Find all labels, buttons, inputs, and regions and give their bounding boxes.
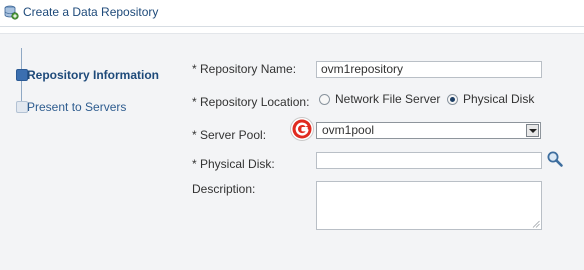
network-file-server-label: Network File Server <box>335 92 441 106</box>
server-pool-value: ovm1pool <box>322 123 375 137</box>
server-pool-select[interactable]: ovm1pool <box>316 122 541 139</box>
search-icon[interactable] <box>546 150 564 168</box>
database-add-icon <box>4 5 19 20</box>
train-step-label: Present to Servers <box>27 100 127 114</box>
train-step-present-to-servers[interactable]: Present to Servers <box>16 99 146 115</box>
repository-name-input[interactable]: ovm1repository <box>316 61 542 78</box>
page-title: Create a Data Repository <box>23 5 159 19</box>
train-step-repository-information[interactable]: Repository Information <box>16 67 166 83</box>
physical-disk-option-label: Physical Disk <box>463 92 535 106</box>
g-logo-icon <box>290 117 314 141</box>
description-textarea[interactable] <box>316 181 542 230</box>
radio-checked-icon <box>447 94 458 105</box>
physical-disk-input[interactable] <box>316 152 542 169</box>
repository-location-label: * Repository Location: <box>192 95 310 109</box>
server-pool-label: * Server Pool: <box>192 128 267 142</box>
radio-unchecked-icon <box>319 94 330 105</box>
description-label: Description: <box>192 182 256 196</box>
repository-name-label: * Repository Name: <box>192 62 297 76</box>
physical-disk-label: * Physical Disk: <box>192 157 275 171</box>
train-step-label: Repository Information <box>27 68 160 82</box>
chevron-down-icon[interactable] <box>526 124 539 137</box>
resize-grip-icon[interactable] <box>532 220 540 228</box>
physical-disk-radio[interactable]: Physical Disk <box>447 92 539 106</box>
window-titlebar: Create a Data Repository <box>0 0 584 27</box>
network-file-server-radio[interactable]: Network File Server <box>319 92 444 106</box>
